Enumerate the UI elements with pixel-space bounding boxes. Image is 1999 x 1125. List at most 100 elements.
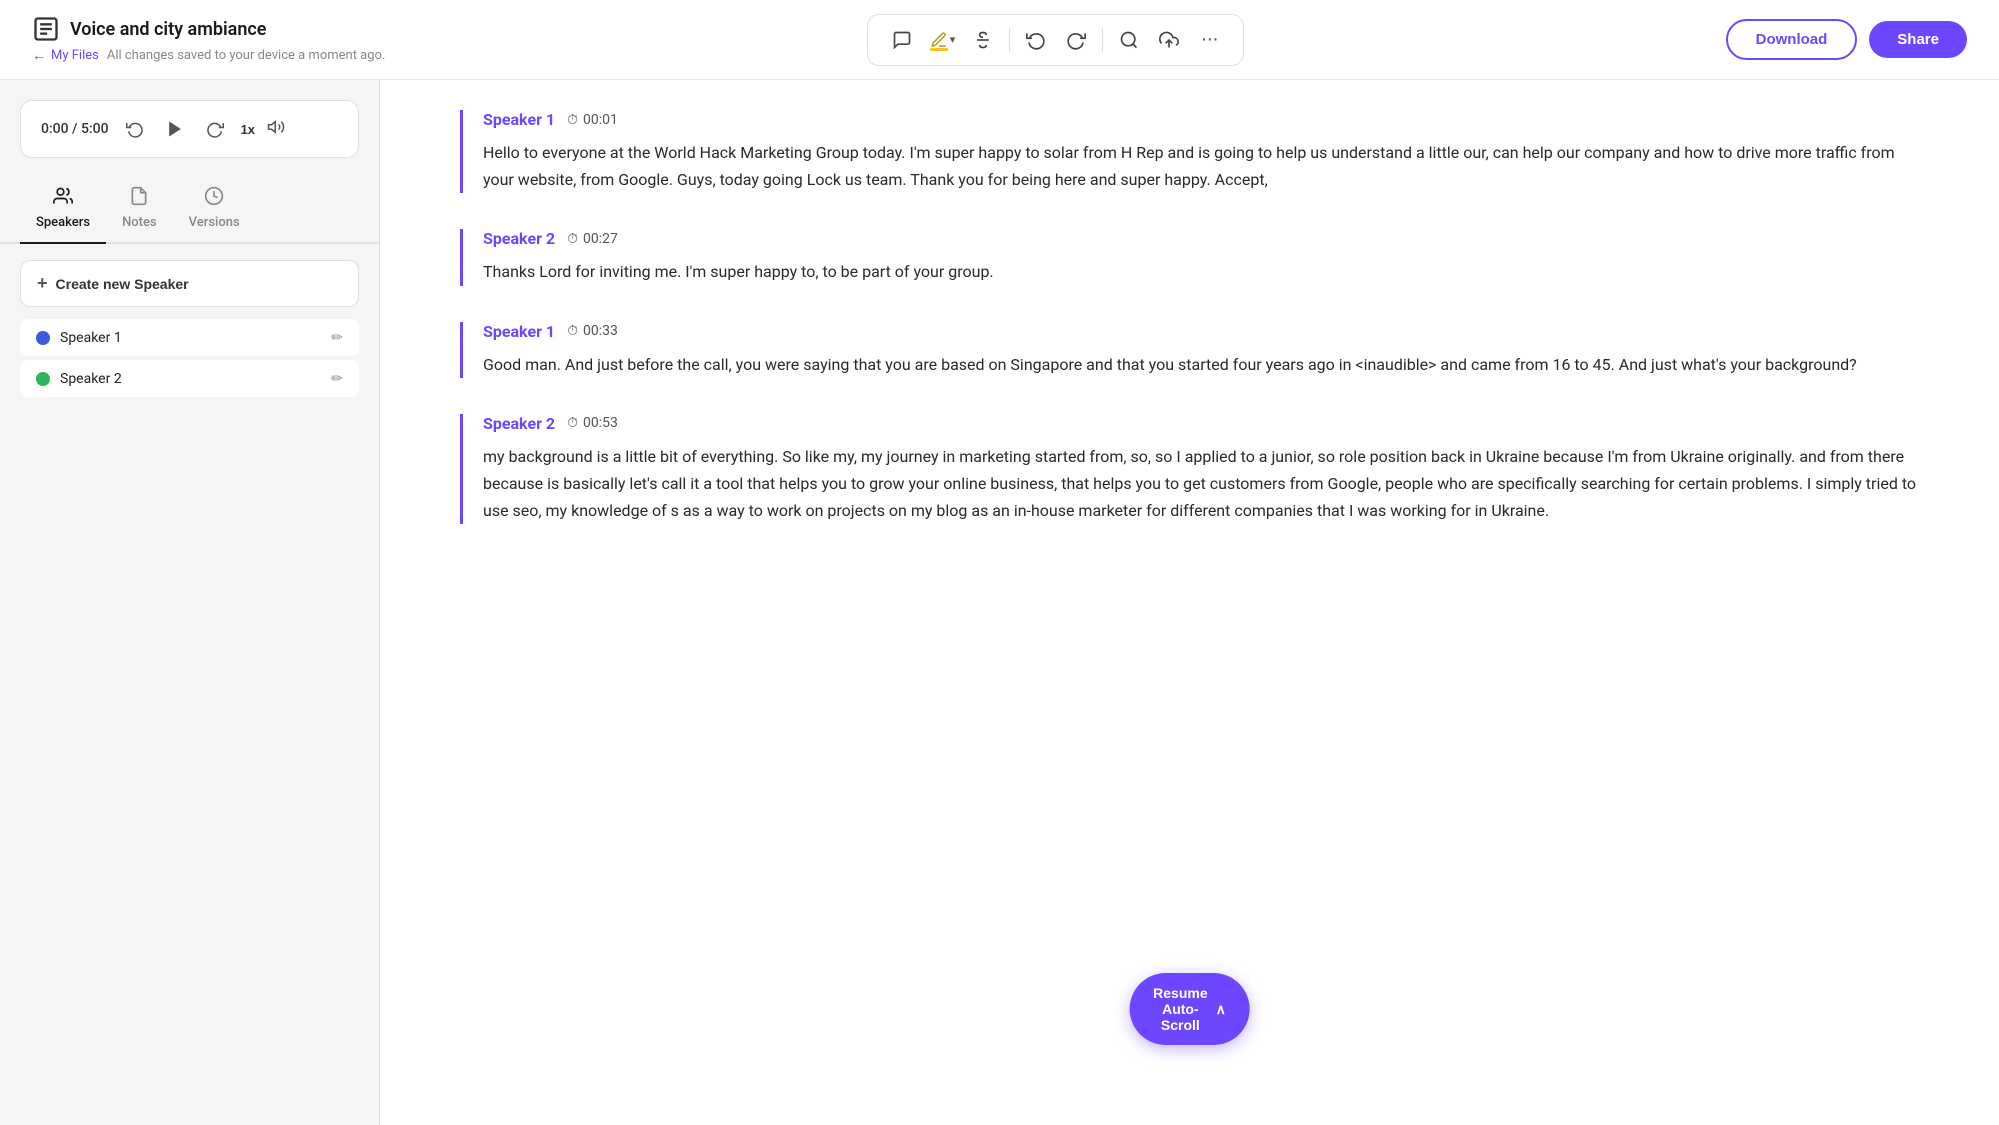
versions-icon (204, 186, 224, 211)
tab-notes-label: Notes (122, 215, 157, 230)
rewind-button[interactable] (121, 115, 149, 143)
time-display: 0:00 / 5:00 (41, 121, 109, 137)
total-time: 5:00 (81, 121, 109, 137)
sidebar-tabs: Speakers Notes Versions (0, 178, 379, 244)
chevron-down-icon: ▾ (950, 33, 956, 46)
comment-button[interactable] (884, 22, 920, 58)
transcript-block-0: Speaker 1 ⏱ 00:01 Hello to everyone at t… (460, 110, 1919, 193)
speaker-label-2: Speaker 1 (483, 322, 555, 341)
title-row: Voice and city ambiance (32, 15, 385, 43)
redo-button[interactable] (1058, 22, 1094, 58)
upload-icon (1159, 30, 1179, 50)
share-button[interactable]: Share (1869, 21, 1967, 58)
timestamp-2: ⏱ 00:33 (567, 323, 618, 339)
speaker-label-3: Speaker 2 (483, 414, 555, 433)
autosave-text: All changes saved to your device a momen… (107, 48, 386, 63)
clock-icon-2: ⏱ (567, 323, 578, 339)
back-arrow-icon: ← (32, 47, 46, 64)
speaker-item-2[interactable]: Speaker 2 ✏ (20, 360, 359, 397)
clock-icon-0: ⏱ (567, 112, 578, 128)
play-icon (165, 119, 185, 139)
transcript-text-1: Thanks Lord for inviting me. I'm super h… (483, 258, 1919, 285)
tab-speakers[interactable]: Speakers (20, 178, 106, 244)
speaker-left-2: Speaker 2 (36, 371, 122, 387)
transcript-area[interactable]: Speaker 1 ⏱ 00:01 Hello to everyone at t… (380, 80, 1999, 1125)
transcript-block-2: Speaker 1 ⏱ 00:33 Good man. And just bef… (460, 322, 1919, 378)
back-link[interactable]: ← My Files (32, 47, 99, 64)
transcript-block-3: Speaker 2 ⏱ 00:53 my background is a lit… (460, 414, 1919, 525)
speaker-item-1[interactable]: Speaker 1 ✏ (20, 319, 359, 356)
speaker-header-0: Speaker 1 ⏱ 00:01 (483, 110, 1919, 129)
back-label: My Files (51, 48, 99, 63)
timestamp-0: ⏱ 00:01 (567, 112, 618, 128)
speaker-header-3: Speaker 2 ⏱ 00:53 (483, 414, 1919, 433)
download-button[interactable]: Download (1726, 19, 1858, 60)
tab-versions-label: Versions (189, 215, 240, 230)
clock-icon-3: ⏱ (567, 415, 578, 431)
rewind-icon (126, 120, 144, 138)
timestamp-value-3: 00:53 (583, 415, 618, 431)
volume-button[interactable] (267, 118, 285, 141)
speakers-icon (53, 186, 73, 211)
pen-icon (930, 31, 948, 49)
pen-button[interactable]: ▾ (924, 22, 962, 58)
plus-icon: + (37, 273, 48, 294)
create-speaker-label: Create new Speaker (56, 276, 189, 292)
document-icon (32, 15, 60, 43)
clock-icon-1: ⏱ (567, 231, 578, 247)
play-button[interactable] (161, 115, 189, 143)
separator-2 (1102, 28, 1103, 52)
speaker-name-1: Speaker 1 (60, 330, 122, 346)
timestamp-value-1: 00:27 (583, 231, 618, 247)
speaker-header-2: Speaker 1 ⏱ 00:33 (483, 322, 1919, 341)
current-time: 0:00 (41, 121, 69, 137)
create-speaker-button[interactable]: + Create new Speaker (20, 260, 359, 307)
sidebar: 0:00 / 5:00 1x (0, 80, 380, 1125)
speaker-dot-2 (36, 372, 50, 386)
undo-button[interactable] (1018, 22, 1054, 58)
pen-underline (930, 48, 948, 51)
undo-icon (1026, 30, 1046, 50)
forward-icon (206, 120, 224, 138)
app-header: Voice and city ambiance ← My Files All c… (0, 0, 1999, 80)
time-sep: / (72, 121, 81, 137)
speaker-left-1: Speaker 1 (36, 330, 122, 346)
chevron-up-icon: ∧ (1216, 1001, 1226, 1018)
transcript-text-2: Good man. And just before the call, you … (483, 351, 1919, 378)
timestamp-1: ⏱ 00:27 (567, 231, 618, 247)
toolbar: ▾ (867, 14, 1245, 66)
speaker-list: Speaker 1 ✏ Speaker 2 ✏ (20, 319, 359, 397)
tab-speakers-label: Speakers (36, 215, 90, 230)
speaker-name-2: Speaker 2 (60, 371, 122, 387)
strikethrough-icon (973, 30, 993, 50)
app-title: Voice and city ambiance (70, 19, 266, 40)
transcript-text-3: my background is a little bit of everyth… (483, 443, 1919, 525)
comment-icon (892, 30, 912, 50)
separator-1 (1009, 28, 1010, 52)
upload-button[interactable] (1151, 22, 1187, 58)
header-left: Voice and city ambiance ← My Files All c… (32, 15, 385, 64)
volume-icon (267, 118, 285, 136)
speaker-label-0: Speaker 1 (483, 110, 555, 129)
forward-button[interactable] (201, 115, 229, 143)
speakers-section: + Create new Speaker Speaker 1 ✏ Speaker… (0, 260, 379, 1105)
speed-button[interactable]: 1x (241, 122, 255, 137)
pen-wrapper (930, 31, 948, 49)
strikethrough-button[interactable] (965, 22, 1001, 58)
transcript-text-0: Hello to everyone at the World Hack Mark… (483, 139, 1919, 193)
timestamp-value-2: 00:33 (583, 323, 618, 339)
header-right: Download Share (1726, 19, 1967, 60)
resume-scroll-label: Resume Auto-Scroll (1153, 985, 1207, 1033)
tab-versions[interactable]: Versions (173, 178, 256, 244)
tab-notes[interactable]: Notes (106, 178, 173, 244)
edit-speaker-2-button[interactable]: ✏ (331, 370, 343, 387)
more-button[interactable]: ··· (1191, 22, 1227, 58)
transcript-block-1: Speaker 2 ⏱ 00:27 Thanks Lord for inviti… (460, 229, 1919, 285)
search-button[interactable] (1111, 22, 1147, 58)
timestamp-3: ⏱ 00:53 (567, 415, 618, 431)
resume-auto-scroll-button[interactable]: Resume Auto-Scroll ∧ (1129, 973, 1250, 1045)
main-layout: 0:00 / 5:00 1x (0, 80, 1999, 1125)
edit-speaker-1-button[interactable]: ✏ (331, 329, 343, 346)
redo-icon (1066, 30, 1086, 50)
notes-icon (129, 186, 149, 211)
